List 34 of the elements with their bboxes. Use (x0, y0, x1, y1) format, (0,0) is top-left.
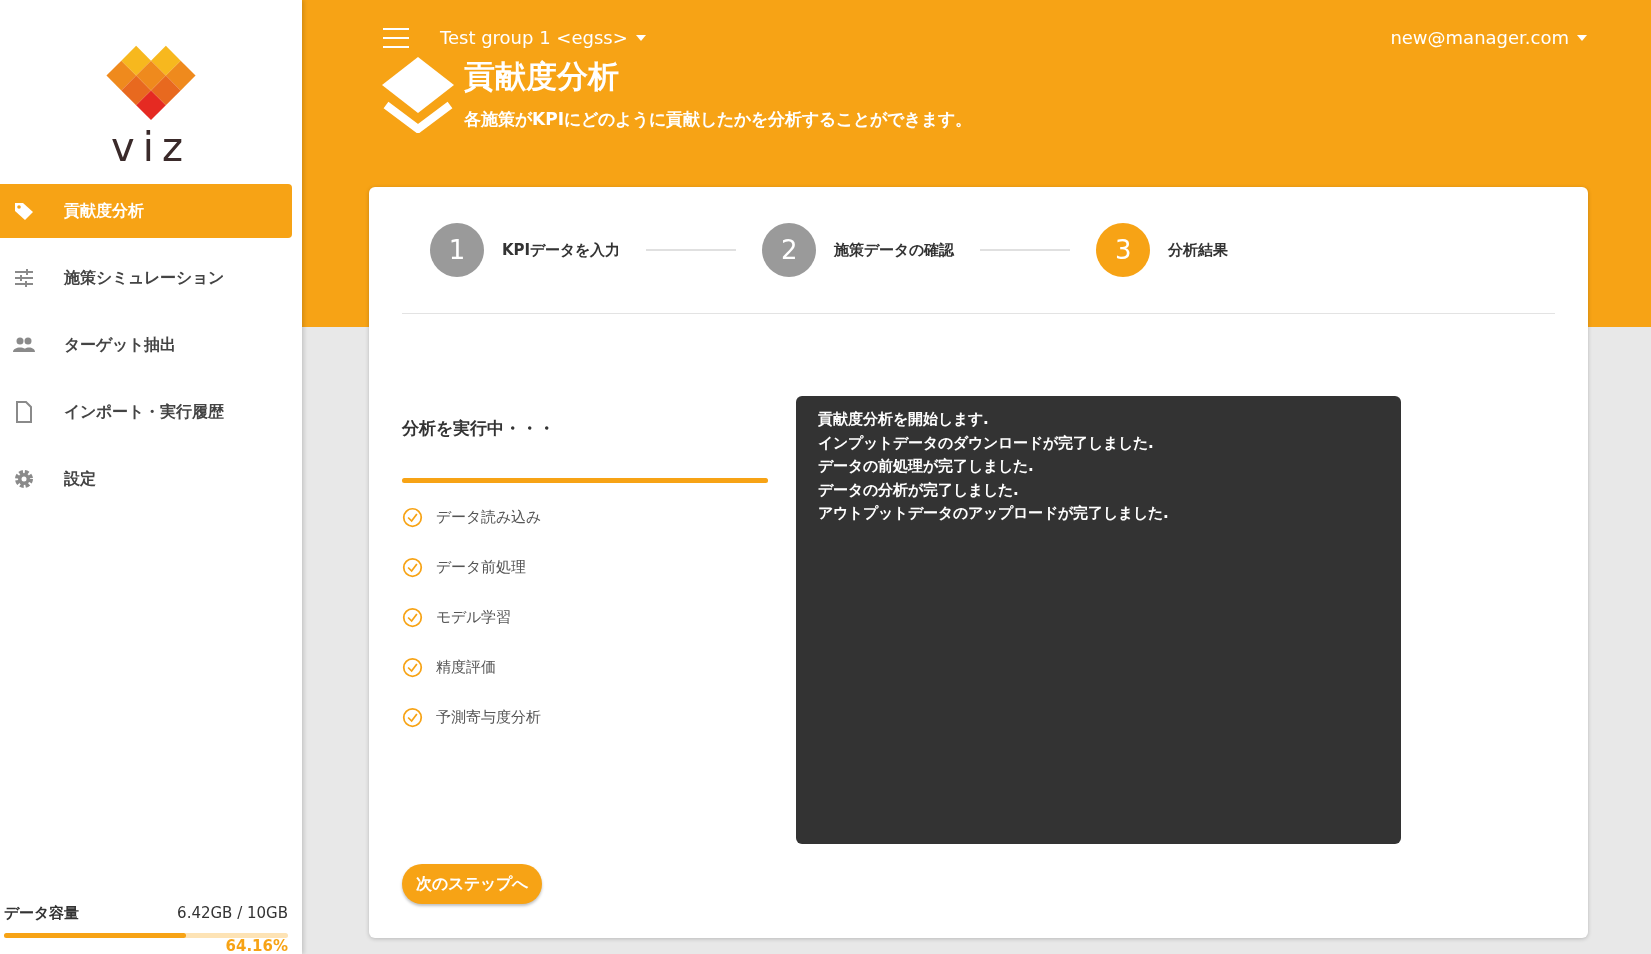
storage-usage: 6.42GB / 10GB (177, 903, 288, 924)
step-number: 2 (762, 223, 817, 277)
log-line: インプットデータのダウンロードが完了しました. (818, 432, 1155, 454)
sidebar-item[interactable]: 施策シミュレーション (0, 251, 292, 305)
step-number: 3 (1096, 223, 1151, 277)
step-number: 1 (430, 223, 484, 277)
task-label: 精度評価 (436, 657, 496, 679)
heart-logo-icon (105, 45, 197, 123)
page-subtitle: 各施策がKPIにどのように貢献したかを分析することができます。 (464, 107, 972, 131)
sidebar-item[interactable]: 設定 (0, 452, 292, 506)
task-label: モデル学習 (436, 607, 511, 629)
log-line: 貢献度分析を開始します. (818, 409, 990, 430)
task-label: 予測寄与度分析 (436, 707, 541, 729)
log-line: データの前処理が完了しました. (818, 456, 1035, 478)
sidebar-item[interactable]: ターゲット抽出 (0, 318, 292, 372)
logo-text: viz (111, 127, 191, 167)
page-title: 貢献度分析 (464, 57, 620, 95)
storage-percent: 64.16% (224, 937, 288, 954)
step-label: 施策データの確認 (834, 239, 955, 261)
caret-icon (1577, 34, 1587, 41)
sliders-icon (12, 266, 36, 290)
sidebar-item[interactable]: インポート・実行履歴 (0, 385, 292, 439)
task-label: データ前処理 (436, 557, 526, 579)
step-label: 分析結果 (1168, 239, 1229, 261)
storage-label: データ容量 (4, 903, 79, 924)
caret-icon (635, 34, 646, 41)
task-label: データ読み込み (436, 507, 541, 529)
settings-icon (12, 467, 36, 491)
step-label: KPIデータを入力 (502, 239, 621, 261)
menu-icon[interactable] (382, 25, 410, 50)
running-heading: 分析を実行中・・・ (402, 417, 556, 440)
log-line: データの分析が完了しました. (818, 479, 1020, 501)
layers-icon (382, 57, 454, 133)
log-line: アウトプットデータのアップロードが完了しました. (818, 503, 1170, 525)
